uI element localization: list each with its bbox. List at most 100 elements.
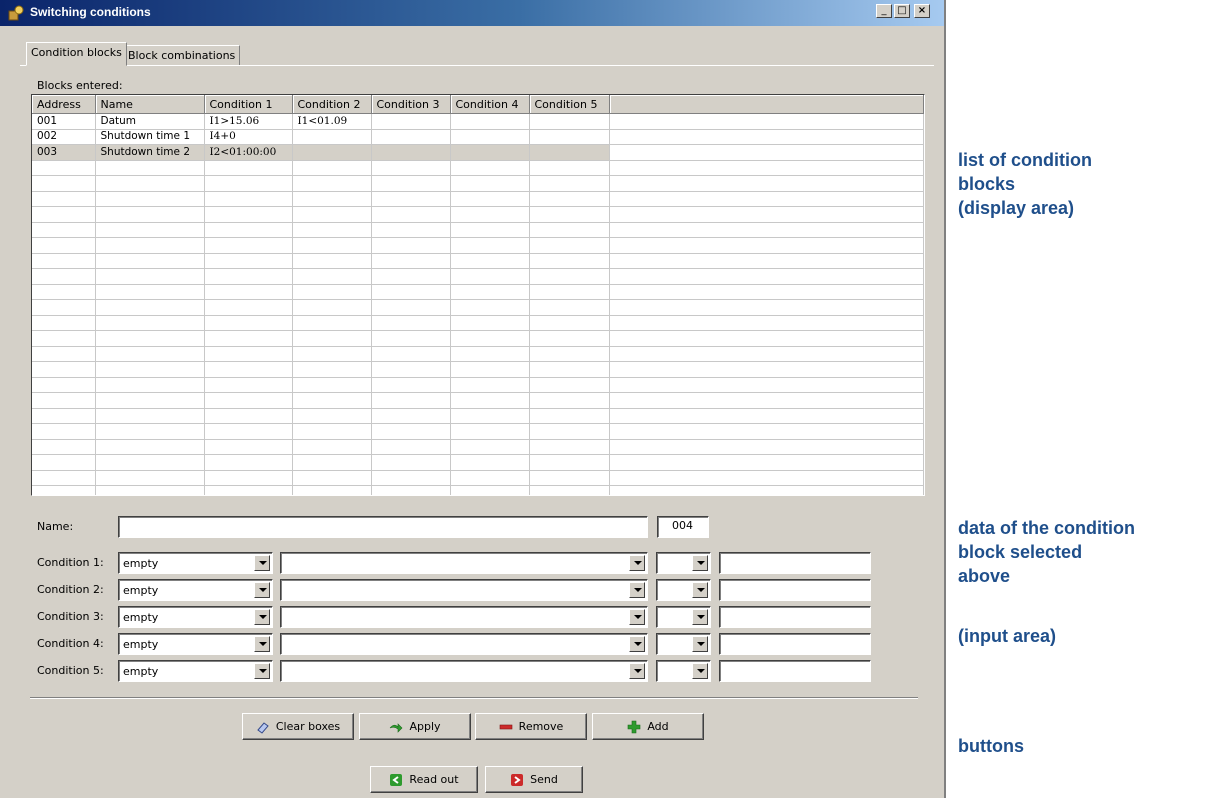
table-row[interactable] — [32, 346, 924, 362]
table-row[interactable] — [32, 222, 924, 238]
table-cell: 001 — [32, 113, 96, 130]
table-cell — [95, 454, 205, 471]
condition-operand-select[interactable] — [280, 633, 648, 655]
column-header[interactable]: Condition 1 — [204, 95, 293, 114]
table-row[interactable]: 002 Shutdown time 1 I4+0 — [32, 129, 924, 145]
table-row[interactable] — [32, 175, 924, 192]
chevron-down-icon[interactable] — [254, 636, 270, 652]
tab-condition-blocks[interactable]: Condition blocks — [26, 42, 127, 66]
table-row[interactable] — [32, 330, 924, 347]
condition-operator-select[interactable] — [656, 606, 711, 628]
condition-value-field[interactable] — [719, 552, 871, 574]
column-header[interactable]: Address — [32, 95, 96, 114]
chevron-down-icon[interactable] — [629, 663, 645, 679]
table-cell — [529, 113, 610, 130]
chevron-down-icon[interactable] — [254, 663, 270, 679]
condition-value-field[interactable] — [719, 633, 871, 655]
condition-operand-select[interactable] — [280, 660, 648, 682]
table-row[interactable] — [32, 361, 924, 378]
table-row[interactable] — [32, 454, 924, 471]
tab-block-combinations[interactable]: Block combinations — [123, 45, 241, 66]
table-row[interactable] — [32, 206, 924, 223]
column-header[interactable]: Name — [95, 95, 205, 114]
condition-type-select[interactable]: empty — [118, 633, 273, 655]
chevron-down-icon[interactable] — [629, 555, 645, 571]
condition-type-select[interactable]: empty — [118, 606, 273, 628]
chevron-down-icon[interactable] — [629, 582, 645, 598]
table-row[interactable] — [32, 253, 924, 269]
table-row[interactable] — [32, 439, 924, 455]
chevron-down-icon[interactable] — [692, 555, 708, 571]
chevron-down-icon[interactable] — [692, 582, 708, 598]
condition-operand-select[interactable] — [280, 552, 648, 574]
title-bar[interactable]: Switching conditions _ □ × — [0, 0, 944, 26]
table-cell — [292, 470, 372, 486]
column-header[interactable]: Condition 5 — [529, 95, 610, 114]
chevron-down-icon[interactable] — [692, 609, 708, 625]
table-row[interactable]: 003 Shutdown time 2 I2<01:00:00 — [32, 144, 924, 161]
add-button[interactable]: Add — [592, 713, 704, 740]
column-header[interactable]: Condition 3 — [371, 95, 451, 114]
table-row[interactable] — [32, 160, 924, 176]
table-cell — [292, 330, 372, 347]
table-row[interactable] — [32, 268, 924, 285]
close-button[interactable]: × — [914, 4, 930, 18]
table-row[interactable]: 001 Datum I1>15.06 I1<01.09 — [32, 113, 924, 130]
table-row[interactable] — [32, 392, 924, 409]
chevron-down-icon[interactable] — [254, 555, 270, 571]
table-row[interactable] — [32, 299, 924, 316]
minimize-button[interactable]: _ — [876, 4, 892, 18]
table-cell: 003 — [32, 144, 96, 161]
table-row[interactable] — [32, 237, 924, 254]
table-cell — [529, 346, 610, 362]
table-cell — [371, 361, 451, 378]
chevron-down-icon[interactable] — [254, 609, 270, 625]
column-header[interactable]: Condition 2 — [292, 95, 372, 114]
condition-type-select[interactable]: empty — [118, 660, 273, 682]
condition-operand-select[interactable] — [280, 606, 648, 628]
table-row[interactable] — [32, 485, 924, 495]
condition-label: Condition 1: — [37, 556, 104, 569]
chevron-down-icon[interactable] — [692, 663, 708, 679]
table-cell — [95, 423, 205, 440]
table-cell — [95, 253, 205, 269]
table-row[interactable] — [32, 408, 924, 424]
maximize-button[interactable]: □ — [894, 4, 910, 18]
table-row[interactable] — [32, 315, 924, 331]
table-cell — [529, 439, 610, 455]
condition-value-field[interactable] — [719, 660, 871, 682]
table-cell — [371, 470, 451, 486]
apply-button[interactable]: Apply — [359, 713, 471, 740]
condition-operator-select[interactable] — [656, 633, 711, 655]
read-out-button[interactable]: Read out — [370, 766, 478, 793]
chevron-down-icon[interactable] — [254, 582, 270, 598]
table-cell — [32, 284, 96, 300]
send-button[interactable]: Send — [485, 766, 583, 793]
table-row[interactable] — [32, 470, 924, 486]
table-row[interactable] — [32, 284, 924, 300]
table-row[interactable] — [32, 191, 924, 207]
condition-type-select[interactable]: empty — [118, 552, 273, 574]
remove-button[interactable]: Remove — [475, 713, 587, 740]
chevron-down-icon[interactable] — [629, 636, 645, 652]
chevron-down-icon[interactable] — [629, 609, 645, 625]
chevron-down-icon[interactable] — [692, 636, 708, 652]
table-row[interactable] — [32, 423, 924, 440]
condition-type-value: empty — [123, 557, 159, 570]
table-row[interactable] — [32, 377, 924, 393]
condition-operator-select[interactable] — [656, 579, 711, 601]
column-header[interactable]: Condition 4 — [450, 95, 530, 114]
condition-operand-select[interactable] — [280, 579, 648, 601]
table-cell — [292, 129, 372, 145]
condition-operator-select[interactable] — [656, 552, 711, 574]
table-cell — [95, 222, 205, 238]
condition-value-field[interactable] — [719, 606, 871, 628]
table-cell — [450, 361, 530, 378]
name-field[interactable] — [118, 516, 648, 538]
address-field[interactable]: 004 — [657, 516, 709, 538]
condition-blocks-table[interactable]: Address Name Condition 1 Condition 2 Conditi… — [31, 94, 925, 496]
condition-value-field[interactable] — [719, 579, 871, 601]
condition-operator-select[interactable] — [656, 660, 711, 682]
clear-boxes-button[interactable]: Clear boxes — [242, 713, 354, 740]
condition-type-select[interactable]: empty — [118, 579, 273, 601]
